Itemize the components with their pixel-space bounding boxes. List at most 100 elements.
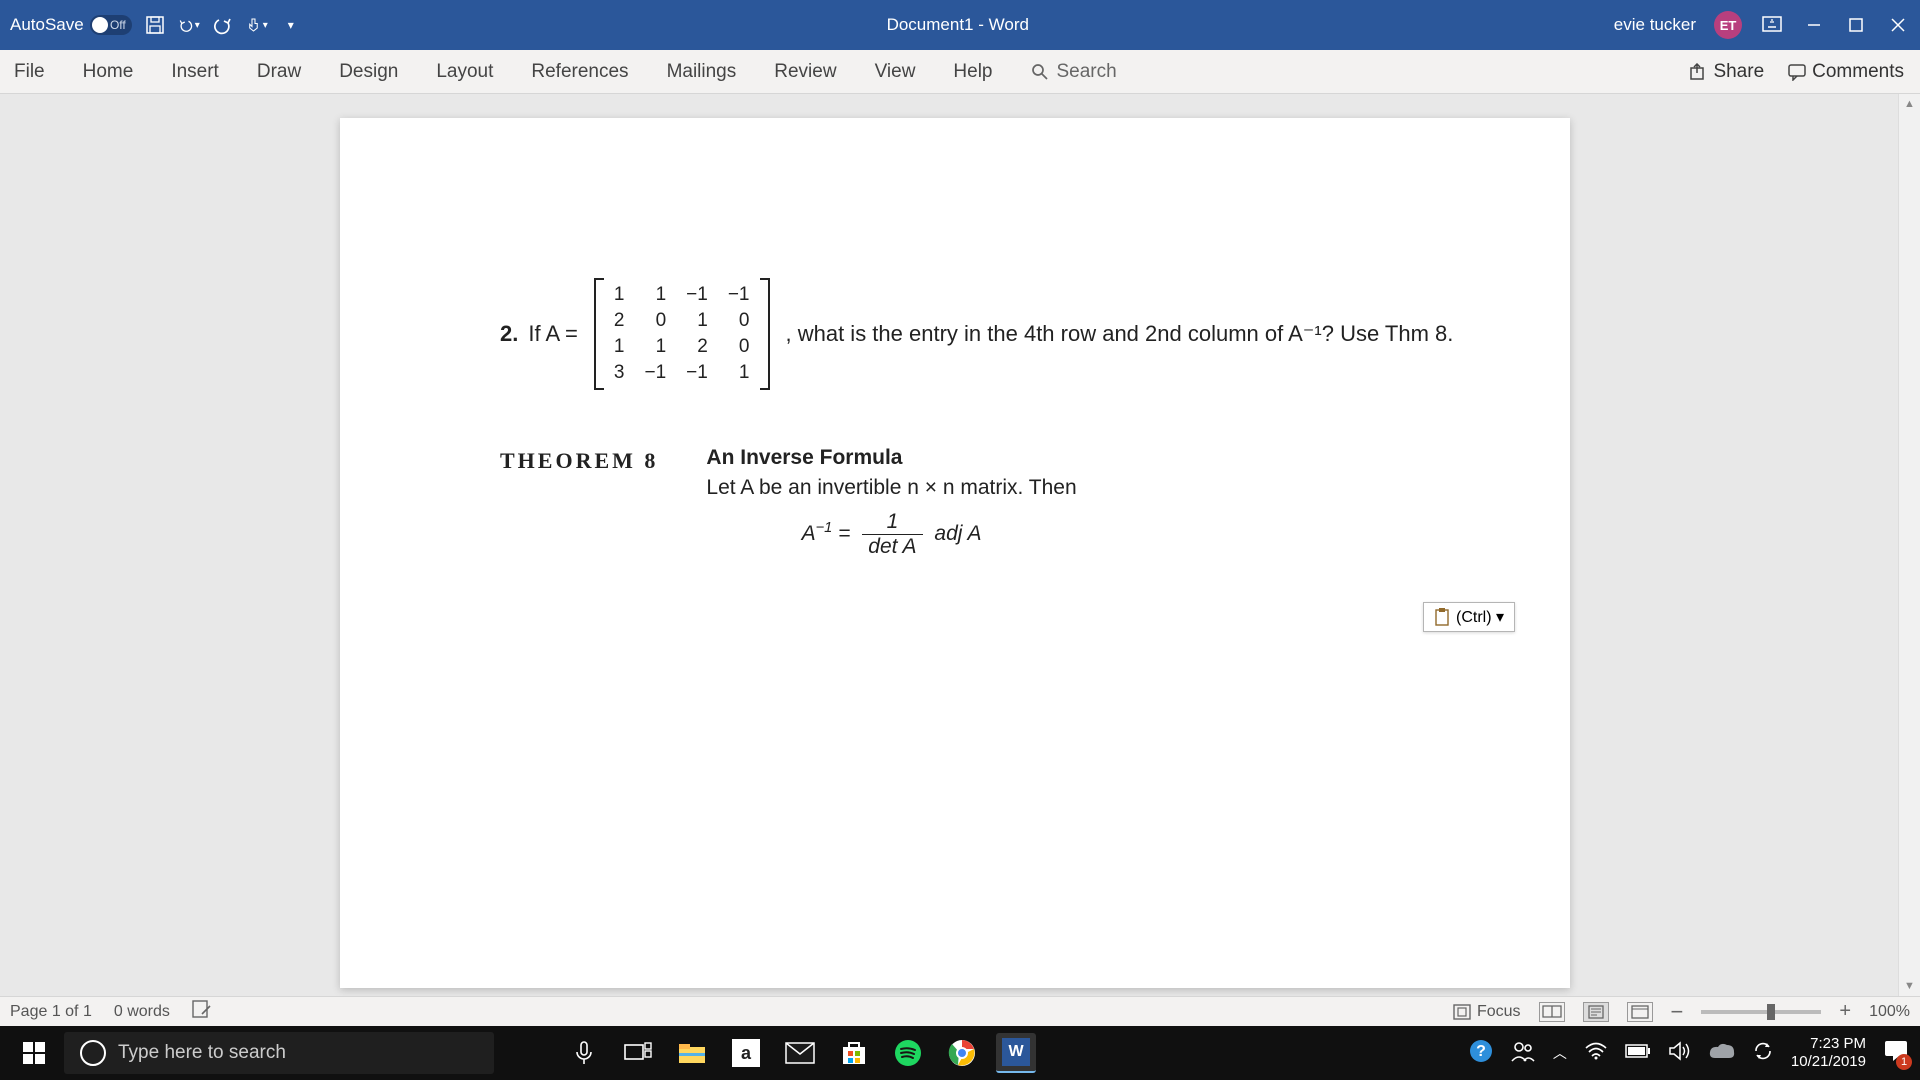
spellcheck-icon[interactable] <box>192 1000 214 1023</box>
customize-qat-icon[interactable]: ▾ <box>280 14 302 36</box>
people-icon[interactable] <box>1511 1040 1535 1066</box>
paste-options-label: (Ctrl) ▾ <box>1456 607 1504 627</box>
document-page[interactable]: 2. If A = 11−1−1 2010 1120 3−1−11 , what… <box>340 118 1570 988</box>
user-name: evie tucker <box>1614 15 1696 35</box>
tab-draw[interactable]: Draw <box>257 61 301 83</box>
onedrive-icon[interactable] <box>1709 1042 1735 1064</box>
autosave-toggle[interactable]: AutoSave Off <box>10 15 132 35</box>
formula-exp: −1 <box>816 520 833 536</box>
spotify-icon[interactable] <box>888 1033 928 1073</box>
vertical-scrollbar[interactable]: ▲ ▼ <box>1898 94 1920 996</box>
scroll-up-icon[interactable]: ▲ <box>1899 94 1920 114</box>
maximize-button[interactable] <box>1844 13 1868 37</box>
tray-chevron-up-icon[interactable]: ︿ <box>1553 1043 1567 1063</box>
tab-mailings[interactable]: Mailings <box>667 61 737 83</box>
zoom-out-button[interactable]: − <box>1671 999 1684 1025</box>
ribbon-right: Share Comments <box>1689 61 1904 83</box>
zoom-in-button[interactable]: + <box>1839 1000 1851 1023</box>
theorem-block: THEOREM 8 An Inverse Formula Let A be an… <box>500 446 1470 559</box>
toggle-switch[interactable]: Off <box>90 15 132 35</box>
comments-button[interactable]: Comments <box>1788 61 1904 83</box>
time: 7:23 PM <box>1791 1035 1866 1053</box>
status-bar: Page 1 of 1 0 words Focus − + 100% <box>0 996 1920 1026</box>
matrix-cell: 3 <box>604 360 635 386</box>
wifi-icon[interactable] <box>1585 1042 1607 1064</box>
matrix: 11−1−1 2010 1120 3−1−11 <box>594 278 770 390</box>
store-icon[interactable] <box>834 1033 874 1073</box>
ribbon-tabs: File Home Insert Draw Design Layout Refe… <box>0 50 1920 94</box>
word-count[interactable]: 0 words <box>114 1003 170 1021</box>
tab-design[interactable]: Design <box>339 61 398 83</box>
taskbar-search-placeholder: Type here to search <box>118 1042 286 1064</box>
search-icon <box>1031 63 1049 81</box>
web-layout-button[interactable] <box>1627 1002 1653 1022</box>
tab-layout[interactable]: Layout <box>436 61 493 83</box>
theorem-text: Let A be an invertible n × n matrix. The… <box>706 476 1076 500</box>
focus-icon <box>1453 1004 1471 1020</box>
zoom-slider[interactable] <box>1701 1010 1821 1014</box>
mic-icon[interactable] <box>564 1033 604 1073</box>
clipboard-icon <box>1434 608 1450 626</box>
theorem-label: THEOREM 8 <box>500 446 658 559</box>
tab-view[interactable]: View <box>875 61 916 83</box>
start-button[interactable] <box>4 1026 64 1080</box>
matrix-cell: 2 <box>676 334 718 360</box>
amazon-icon[interactable]: a <box>726 1033 766 1073</box>
save-icon[interactable] <box>144 14 166 36</box>
tab-references[interactable]: References <box>531 61 628 83</box>
tab-insert[interactable]: Insert <box>171 61 219 83</box>
page-info[interactable]: Page 1 of 1 <box>10 1003 92 1021</box>
battery-icon[interactable] <box>1625 1044 1651 1062</box>
matrix-cell: 1 <box>634 282 676 308</box>
paste-options-button[interactable]: (Ctrl) ▾ <box>1423 602 1515 632</box>
chrome-icon[interactable] <box>942 1033 982 1073</box>
problem-suffix: , what is the entry in the 4th row and 2… <box>786 321 1454 347</box>
taskbar-search[interactable]: Type here to search <box>64 1032 494 1074</box>
matrix-cell: −1 <box>634 360 676 386</box>
title-bar-right: evie tucker ET <box>1614 11 1910 39</box>
theorem-title: An Inverse Formula <box>706 446 1076 470</box>
help-icon[interactable]: ? <box>1469 1039 1493 1067</box>
comments-label: Comments <box>1812 61 1904 83</box>
scroll-down-icon[interactable]: ▼ <box>1899 976 1920 996</box>
ribbon-display-icon[interactable] <box>1760 13 1784 37</box>
action-center-icon[interactable]: 1 <box>1884 1040 1908 1066</box>
undo-icon[interactable]: ▾ <box>178 14 200 36</box>
tell-me-search[interactable]: Search <box>1031 61 1117 83</box>
touch-mode-icon[interactable]: ▾ <box>246 14 268 36</box>
clock[interactable]: 7:23 PM 10/21/2019 <box>1791 1035 1866 1071</box>
read-mode-button[interactable] <box>1539 1002 1565 1022</box>
user-avatar[interactable]: ET <box>1714 11 1742 39</box>
tab-review[interactable]: Review <box>774 61 836 83</box>
minimize-button[interactable] <box>1802 13 1826 37</box>
system-tray: ? ︿ 7:23 PM 10/21/2019 1 <box>1469 1035 1916 1071</box>
toggle-knob <box>92 17 108 33</box>
matrix-cell: 1 <box>604 282 635 308</box>
inverse-formula: A−1 = 1 det A adj A <box>706 510 1076 559</box>
toggle-state: Off <box>110 18 126 32</box>
file-explorer-icon[interactable] <box>672 1033 712 1073</box>
matrix-cell: 1 <box>718 360 760 386</box>
tab-home[interactable]: Home <box>83 61 134 83</box>
volume-icon[interactable] <box>1669 1041 1691 1065</box>
print-layout-button[interactable] <box>1583 1002 1609 1022</box>
sync-icon[interactable] <box>1753 1041 1773 1065</box>
tab-file[interactable]: File <box>14 61 45 83</box>
mail-icon[interactable] <box>780 1033 820 1073</box>
task-view-icon[interactable] <box>618 1033 658 1073</box>
close-button[interactable] <box>1886 13 1910 37</box>
redo-icon[interactable] <box>212 14 234 36</box>
theorem-body: An Inverse Formula Let A be an invertibl… <box>706 446 1076 559</box>
word-icon[interactable]: W <box>996 1033 1036 1073</box>
matrix-cell: 2 <box>604 308 635 334</box>
problem-number: 2. <box>500 321 518 347</box>
share-icon <box>1689 63 1707 81</box>
matrix-cell: −1 <box>718 282 760 308</box>
share-button[interactable]: Share <box>1689 61 1764 83</box>
document-area: 2. If A = 11−1−1 2010 1120 3−1−11 , what… <box>0 94 1920 996</box>
tab-help[interactable]: Help <box>953 61 992 83</box>
focus-mode-button[interactable]: Focus <box>1453 1003 1521 1021</box>
zoom-thumb[interactable] <box>1767 1004 1775 1020</box>
matrix-cell: 1 <box>676 308 718 334</box>
zoom-level[interactable]: 100% <box>1869 1003 1910 1021</box>
